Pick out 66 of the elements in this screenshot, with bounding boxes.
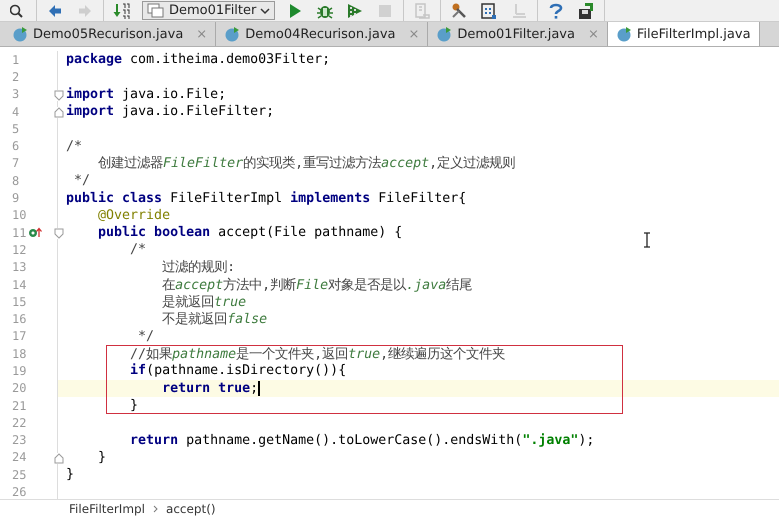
java-class-icon xyxy=(436,26,452,42)
line-number: 13 xyxy=(11,260,28,274)
code-line: public class FileFilterImpl implements FileFilter{ xyxy=(66,190,466,206)
line-number: 15 xyxy=(11,294,28,309)
code-line: package com.itheima.demo03Filter; xyxy=(66,52,330,68)
code-line: return true; xyxy=(161,380,258,396)
line-number: 3 xyxy=(11,87,20,102)
line-number: 26 xyxy=(11,485,28,500)
breadcrumb-item[interactable]: FileFilterImpl xyxy=(69,502,145,516)
line-number: 20 xyxy=(11,381,28,396)
line-number: 6 xyxy=(11,139,20,154)
code-line: import java.io.File; xyxy=(66,86,226,102)
code-line: */ xyxy=(73,173,90,188)
line-number: 10 xyxy=(11,208,28,222)
line-number: 9 xyxy=(11,191,20,206)
code-line: return pathname.getName().toLowerCase().endsWith(".java"); xyxy=(129,432,594,448)
line-number: 17 xyxy=(11,329,28,344)
line-number: 25 xyxy=(11,468,28,482)
run-configuration-dropdown[interactable]: Demo01Filter xyxy=(142,1,276,20)
code-line: 是就返回true xyxy=(161,294,246,311)
line-number: 19 xyxy=(11,364,28,378)
code-line: 过滤的规则: xyxy=(161,258,236,276)
file-tab[interactable]: FileFilterImpl.java xyxy=(608,22,760,46)
line-number: 7 xyxy=(11,156,20,170)
line-number: 24 xyxy=(11,450,28,464)
code-line: 在accept方法中,判断File对象是否是以.java结尾 xyxy=(161,276,472,294)
line-number: 2 xyxy=(11,70,20,84)
line-number: 8 xyxy=(11,174,20,188)
code-line: /* xyxy=(129,242,146,258)
code-line: if(pathname.isDirectory()){ xyxy=(129,363,346,378)
fold-marker-icon[interactable] xyxy=(54,452,64,464)
code-line: 不是就返回false xyxy=(161,310,268,328)
code-line: public boolean accept(File pathname) { xyxy=(97,225,402,240)
text-cursor-icon xyxy=(642,232,652,248)
code-line: */ xyxy=(137,328,154,344)
line-number: 16 xyxy=(11,312,28,326)
code-line: //如果pathname是一个文件夹,返回true,继续遍历这个文件夹 xyxy=(129,346,506,363)
line-number: 21 xyxy=(11,398,28,413)
java-class-icon xyxy=(616,26,632,42)
code-line: import java.io.FileFilter; xyxy=(66,104,274,120)
line-number: 12 xyxy=(11,242,28,257)
line-number: 22 xyxy=(11,416,28,430)
fold-marker-icon[interactable] xyxy=(54,90,64,101)
chevron-icon xyxy=(152,504,158,512)
code-line: @Override xyxy=(97,208,170,223)
line-number: 18 xyxy=(11,346,28,361)
line-number: 5 xyxy=(11,122,20,136)
fold-marker-icon[interactable] xyxy=(54,106,64,118)
sort-arrow-button[interactable] xyxy=(112,0,132,20)
override-marker-icon[interactable] xyxy=(28,226,42,238)
code-line: /* xyxy=(66,138,82,154)
code-line: } xyxy=(129,398,138,414)
code-line: } xyxy=(66,467,74,482)
code-line: } xyxy=(97,450,106,465)
line-number: 14 xyxy=(11,278,28,292)
configuration-icon xyxy=(147,2,165,18)
line-number: 4 xyxy=(11,104,20,119)
fold-marker-icon[interactable] xyxy=(54,228,64,239)
code-line: 创建过滤器FileFilter的实现类,重写过滤方法accept,定义过滤规则 xyxy=(97,154,516,172)
java-class-icon xyxy=(12,26,28,42)
java-class-icon xyxy=(224,26,240,42)
breadcrumb-item[interactable]: accept() xyxy=(166,502,216,516)
line-number: 1 xyxy=(11,52,20,67)
line-number: 23 xyxy=(11,433,28,448)
line-number: 11 xyxy=(11,226,28,240)
caret-icon xyxy=(260,6,270,14)
